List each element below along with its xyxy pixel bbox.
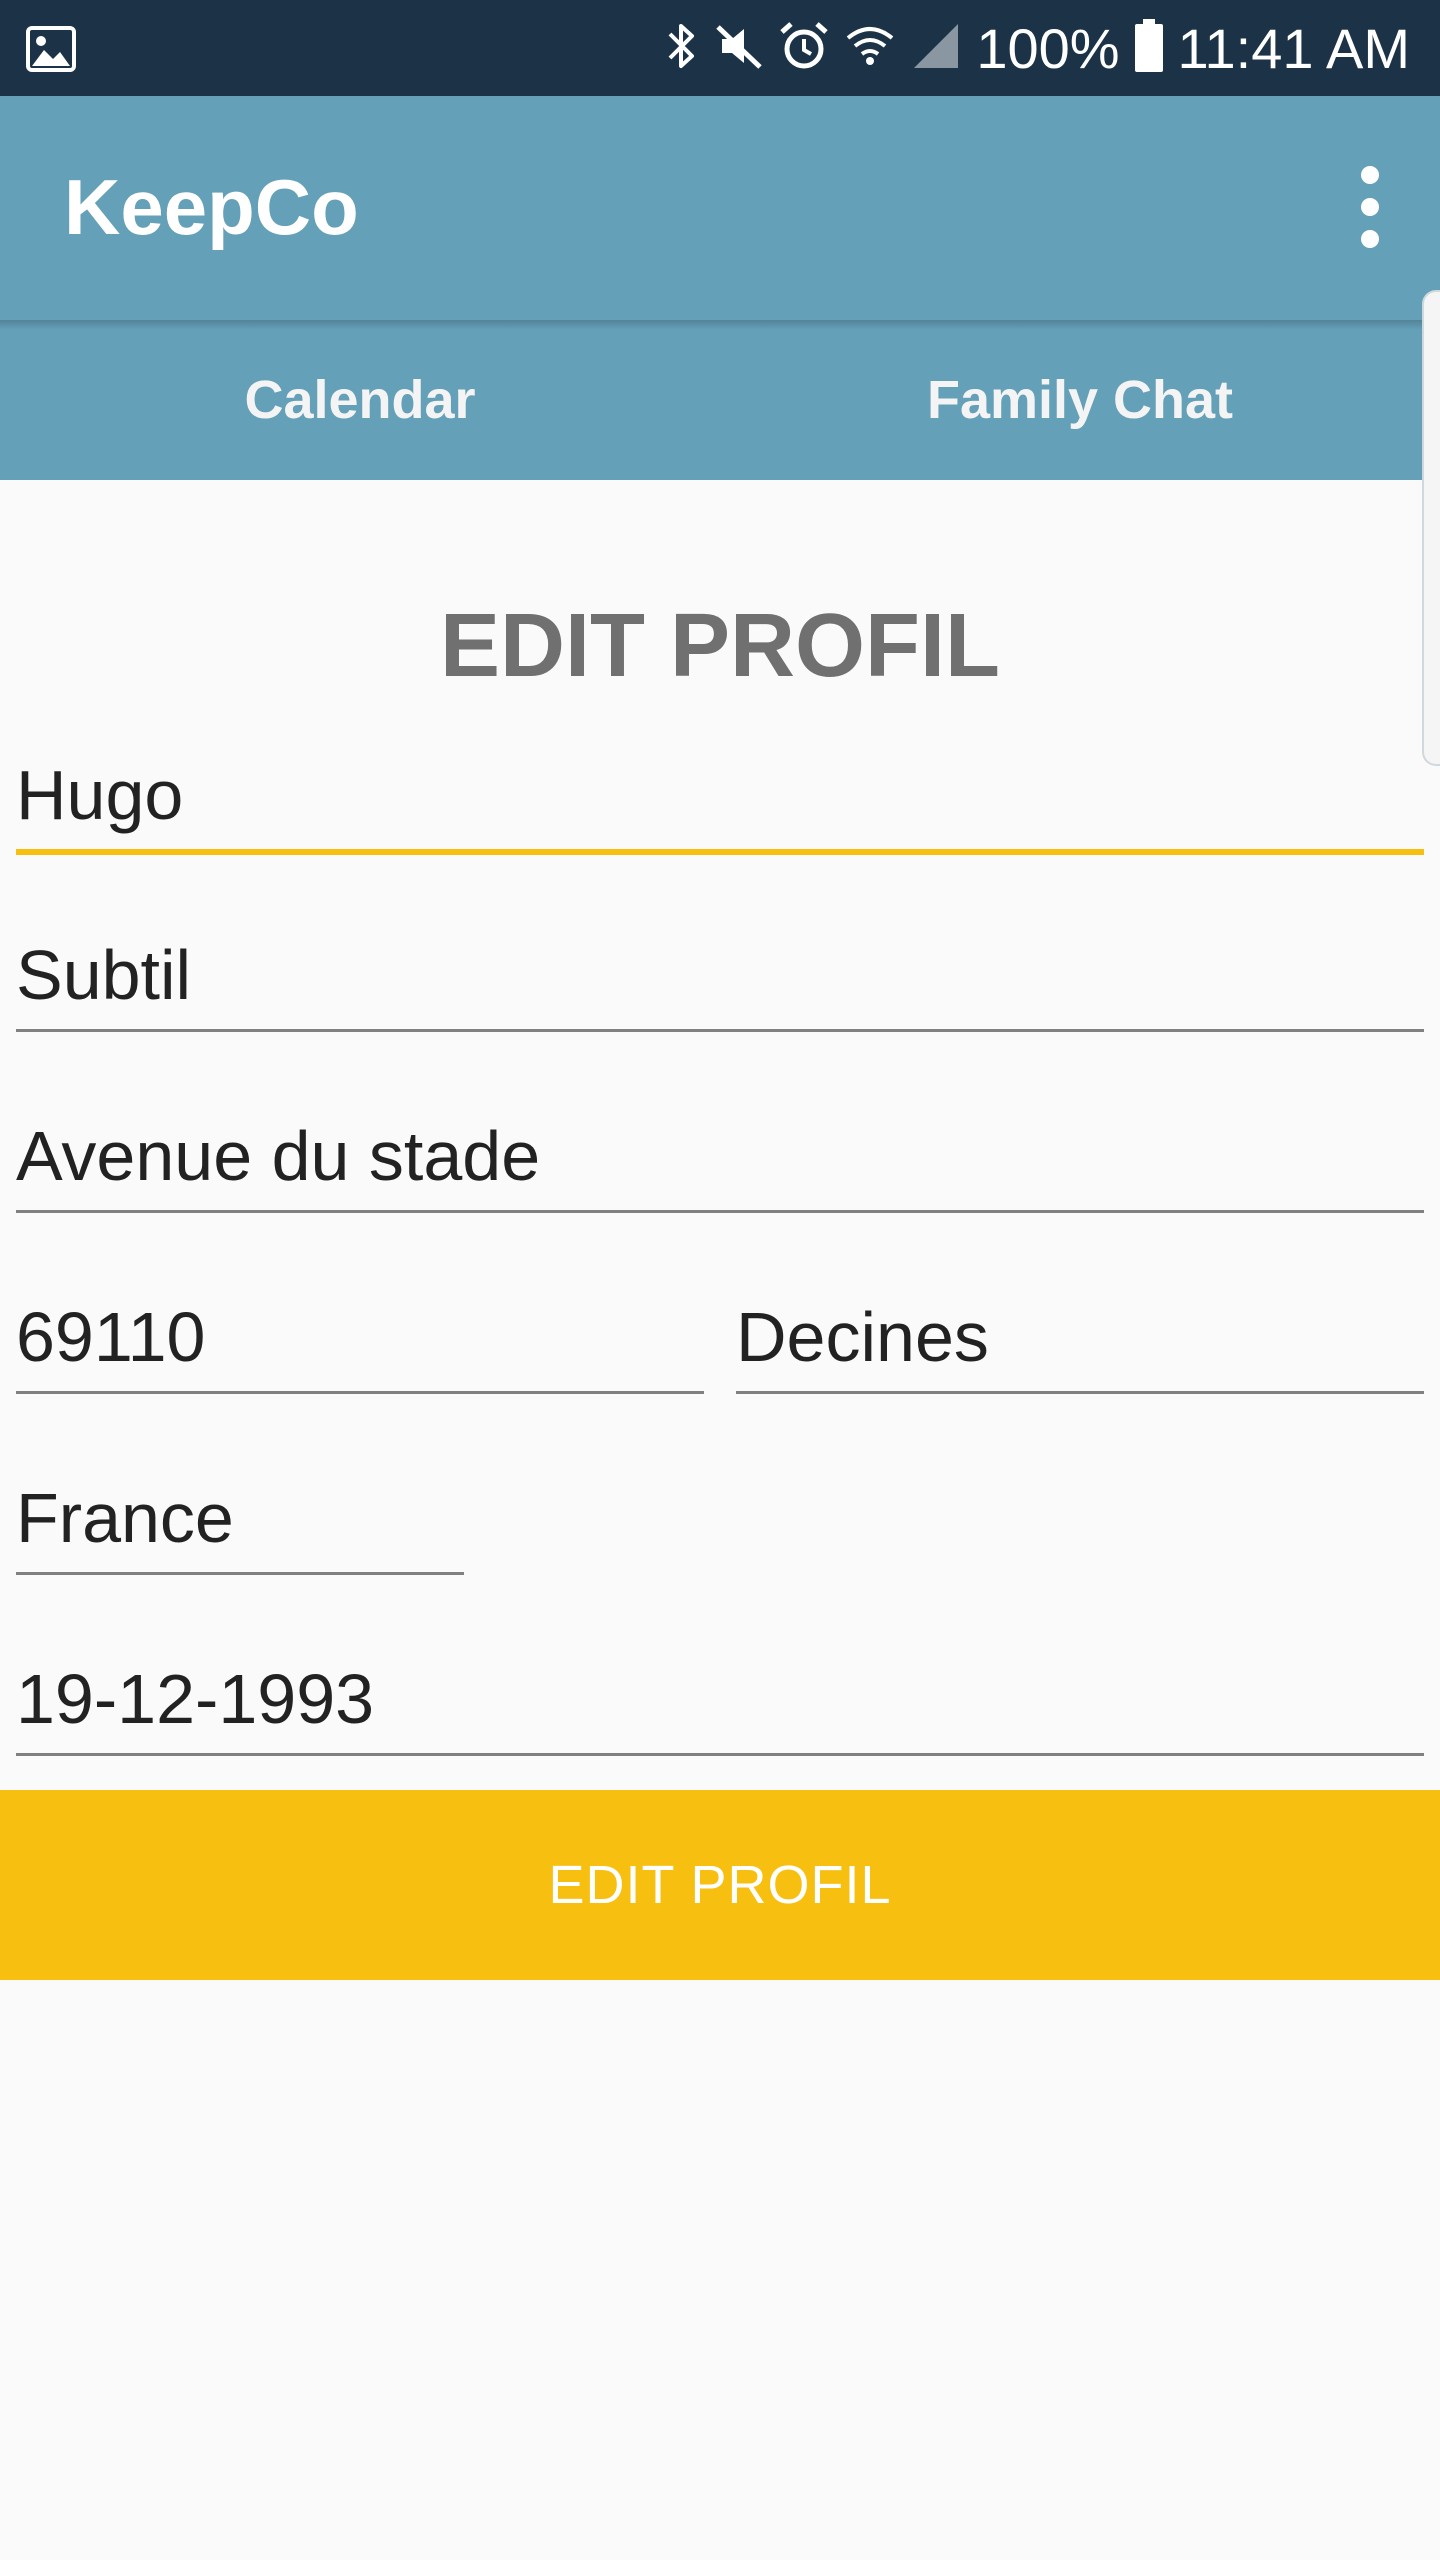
signal-icon <box>910 20 962 77</box>
more-vert-icon[interactable] <box>1340 166 1400 248</box>
first-name-field <box>16 755 1424 855</box>
app-title: KeepCo <box>64 163 359 251</box>
first-name-input[interactable] <box>16 755 1424 835</box>
city-input[interactable] <box>736 1297 1424 1377</box>
edit-profil-button[interactable]: EDIT PROFIL <box>0 1790 1440 1980</box>
city-field <box>736 1294 1424 1394</box>
alarm-icon <box>778 20 830 77</box>
postal-code-input[interactable] <box>16 1297 704 1377</box>
bluetooth-icon <box>664 20 700 77</box>
clock: 11:41 AM <box>1177 16 1410 80</box>
tab-calendar[interactable]: Calendar <box>0 320 720 480</box>
app-bar: KeepCo <box>0 96 1440 320</box>
birth-date-field <box>16 1656 1424 1756</box>
status-icons: 100% 11:41 AM <box>650 0 1410 96</box>
status-bar: 100% 11:41 AM <box>0 0 1440 96</box>
menu-dot <box>1361 230 1379 248</box>
mute-icon <box>714 21 764 76</box>
birth-date-input[interactable] <box>16 1659 1424 1739</box>
last-name-input[interactable] <box>16 935 1424 1015</box>
last-name-field <box>16 932 1424 1032</box>
street-input[interactable] <box>16 1116 1424 1196</box>
battery-percent: 100% <box>976 16 1120 80</box>
menu-dot <box>1361 198 1379 216</box>
postal-code-field <box>16 1294 704 1394</box>
country-field <box>16 1475 464 1575</box>
page-title: EDIT PROFIL <box>440 596 1000 696</box>
wifi-icon <box>844 20 896 77</box>
street-field <box>16 1113 1424 1213</box>
gallery-icon <box>26 26 76 77</box>
battery-icon <box>1134 18 1164 78</box>
menu-dot <box>1361 166 1379 184</box>
country-input[interactable] <box>16 1478 464 1558</box>
tab-bar: Calendar Family Chat <box>0 320 1440 480</box>
tab-family-chat[interactable]: Family Chat <box>720 320 1440 480</box>
